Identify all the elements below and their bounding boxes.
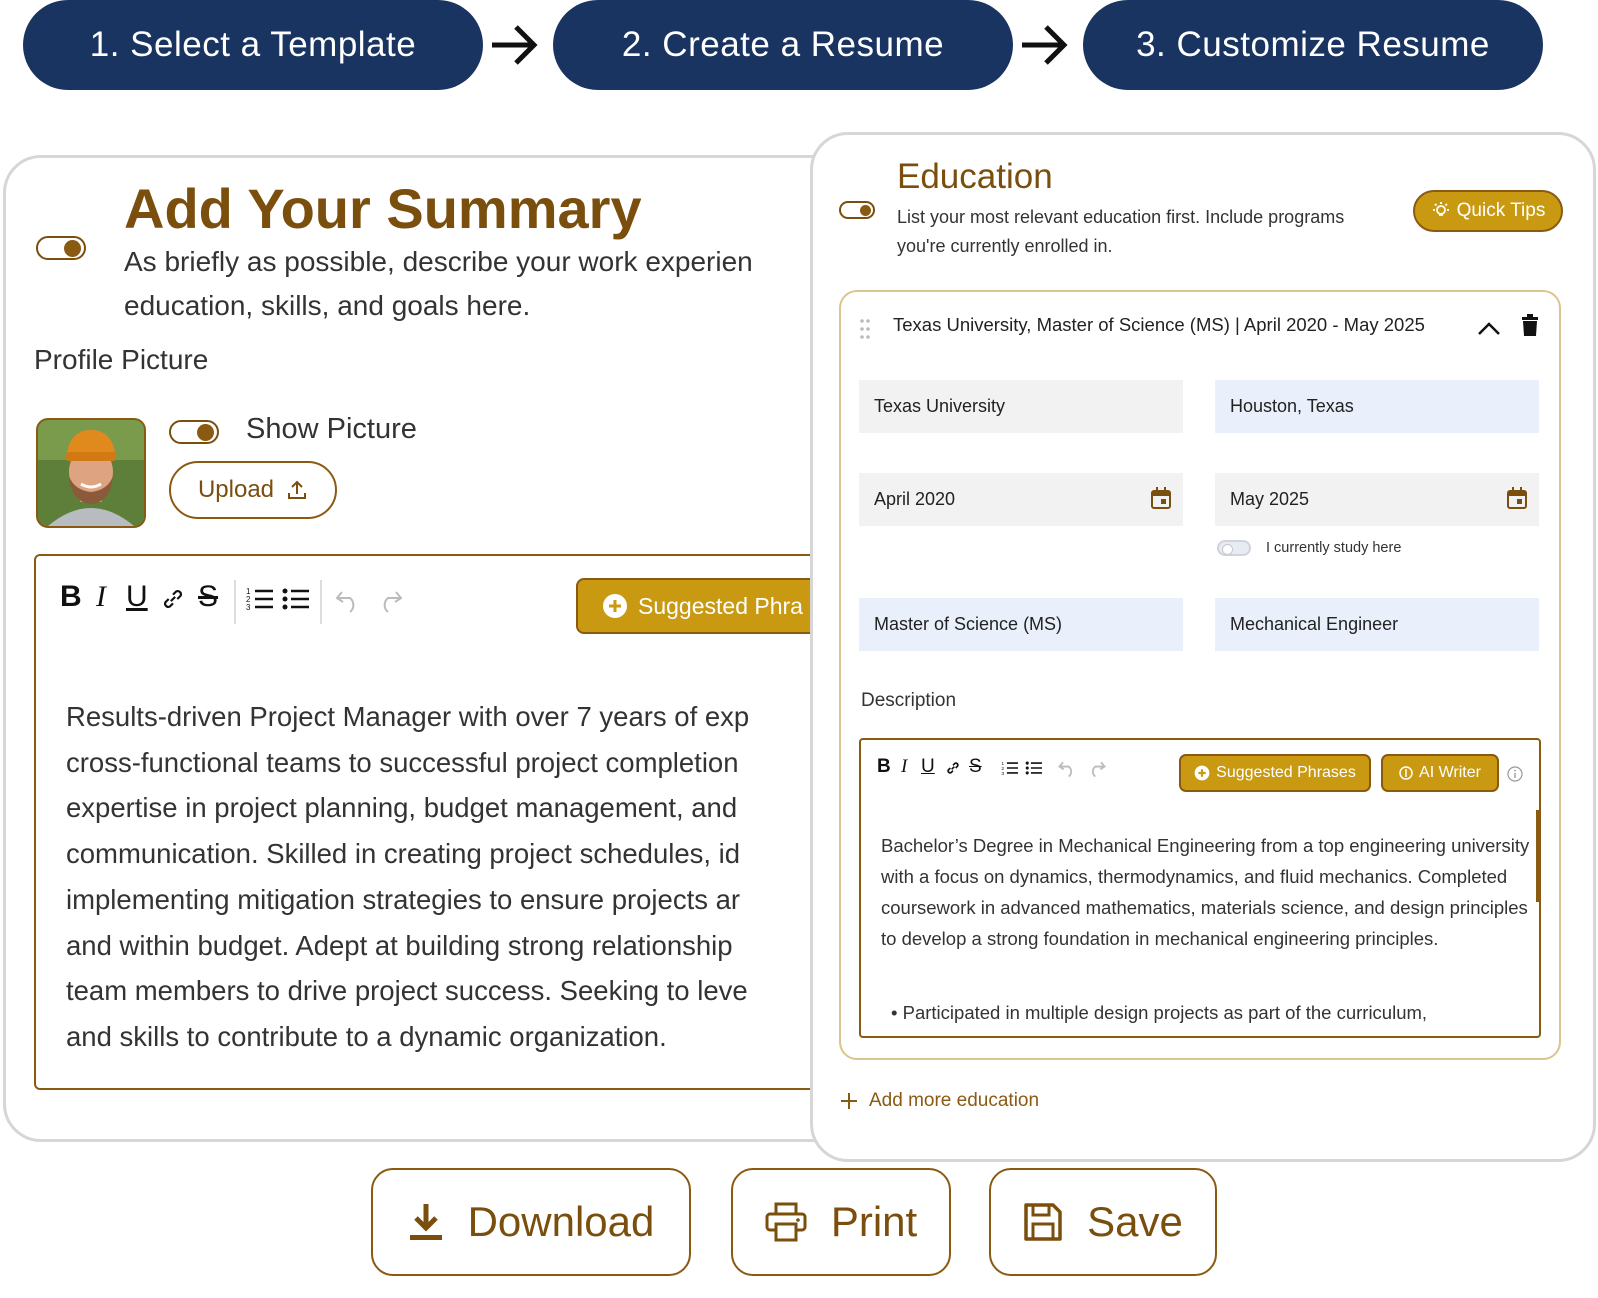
svg-text:3: 3 xyxy=(246,603,251,612)
svg-text:1: 1 xyxy=(1001,761,1004,767)
plus-circle-icon xyxy=(1194,765,1210,781)
summary-description: As briefly as possible, describe your wo… xyxy=(124,246,753,321)
degree-field[interactable]: Master of Science (MS) xyxy=(859,598,1183,651)
print-button[interactable]: Print xyxy=(731,1168,951,1276)
link-icon[interactable] xyxy=(160,586,186,612)
education-description-text[interactable]: Bachelor’s Degree in Mechanical Engineer… xyxy=(881,830,1531,954)
lightbulb-icon xyxy=(1432,202,1449,216)
undo-icon[interactable] xyxy=(1057,758,1079,778)
svg-text:3: 3 xyxy=(1001,771,1004,776)
education-bullet: • Participated in multiple design projec… xyxy=(891,1002,1428,1023)
show-picture-toggle[interactable] xyxy=(169,420,219,444)
print-label: Print xyxy=(830,1198,918,1245)
calendar-icon[interactable] xyxy=(1507,487,1527,509)
calendar-icon[interactable] xyxy=(1151,487,1171,509)
save-label: Save xyxy=(1087,1198,1183,1245)
trash-icon[interactable] xyxy=(1521,314,1539,336)
plus-icon xyxy=(841,1093,857,1109)
info-icon[interactable] xyxy=(1507,766,1523,782)
plus-circle-icon xyxy=(603,594,627,618)
save-icon xyxy=(1024,1203,1062,1241)
summary-card: Add Your Summary As briefly as possible,… xyxy=(3,155,864,1142)
underline-icon[interactable]: U xyxy=(126,580,148,614)
currently-study-toggle[interactable] xyxy=(1217,540,1251,556)
avatar xyxy=(36,418,146,528)
redo-icon[interactable] xyxy=(1085,758,1107,778)
step-customize-resume[interactable]: 3. Customize Resume xyxy=(1083,0,1543,90)
summary-toggle[interactable] xyxy=(36,236,86,260)
download-icon xyxy=(409,1204,442,1240)
quick-tips-button[interactable]: Quick Tips xyxy=(1413,190,1563,232)
step-select-template[interactable]: 1. Select a Template xyxy=(23,0,483,90)
education-card: Education List your most relevant educat… xyxy=(810,132,1596,1162)
suggested-phrases-label: Suggested Phrases xyxy=(1216,764,1356,781)
education-toggle[interactable] xyxy=(839,201,875,219)
step-label: 2. Create a Resume xyxy=(621,25,945,64)
quick-tips-label: Quick Tips xyxy=(1456,200,1546,221)
redo-icon[interactable] xyxy=(374,586,404,614)
arrow-right-icon xyxy=(492,25,538,65)
ai-icon xyxy=(1399,766,1413,780)
arrow-right-icon xyxy=(1022,25,1068,65)
underline-icon[interactable]: U xyxy=(921,756,935,778)
start-date-field[interactable]: April 2020 xyxy=(859,473,1183,526)
add-more-education[interactable]: Add more education xyxy=(839,1090,1039,1112)
undo-icon[interactable] xyxy=(334,586,364,614)
upload-label: Upload xyxy=(197,476,275,503)
add-more-label: Add more education xyxy=(869,1090,1040,1111)
ordered-list-icon[interactable]: 123 xyxy=(1001,760,1019,776)
summary-editor[interactable]: B I U S 123 Suggested Phra Results-drive… xyxy=(34,554,864,1090)
description-label: Description xyxy=(861,690,957,711)
strikethrough-icon[interactable]: S xyxy=(198,580,218,614)
ai-writer-label: AI Writer xyxy=(1419,764,1481,781)
italic-icon[interactable]: I xyxy=(96,580,106,614)
step-label: 3. Customize Resume xyxy=(1136,25,1490,64)
bold-icon[interactable]: B xyxy=(877,756,891,778)
chevron-up-icon[interactable] xyxy=(1477,322,1501,336)
step-create-resume[interactable]: 2. Create a Resume xyxy=(553,0,1013,90)
education-title: Education xyxy=(897,157,1053,196)
bullet-list-icon[interactable] xyxy=(282,586,310,612)
step-label: 1. Select a Template xyxy=(89,25,417,64)
bullet-list-icon[interactable] xyxy=(1025,760,1043,776)
download-button[interactable]: Download xyxy=(371,1168,691,1276)
education-description: List your most relevant education first.… xyxy=(897,207,1345,256)
education-description-editor[interactable]: B I U S 123 Suggested Phrases AI Writer … xyxy=(859,738,1541,1038)
save-button[interactable]: Save xyxy=(989,1168,1217,1276)
profile-picture-label: Profile Picture xyxy=(34,344,209,375)
upload-icon xyxy=(288,480,307,499)
strikethrough-icon[interactable]: S xyxy=(969,756,982,778)
summary-text[interactable]: Results-driven Project Manager with over… xyxy=(66,694,862,1060)
italic-icon[interactable]: I xyxy=(901,756,907,778)
ai-writer-button[interactable]: AI Writer xyxy=(1381,754,1499,792)
education-entry-header: Texas University, Master of Science (MS)… xyxy=(893,314,1425,335)
location-field[interactable]: Houston, Texas xyxy=(1215,380,1539,433)
currently-study-label: I currently study here xyxy=(1266,540,1402,556)
upload-button[interactable]: Upload xyxy=(169,461,337,519)
download-label: Download xyxy=(467,1198,655,1245)
show-picture-label: Show Picture xyxy=(246,413,417,445)
printer-icon xyxy=(765,1202,807,1242)
field-of-study-field[interactable]: Mechanical Engineer xyxy=(1215,598,1539,651)
school-field[interactable]: Texas University xyxy=(859,380,1183,433)
drag-handle-icon[interactable] xyxy=(859,318,871,340)
link-icon[interactable] xyxy=(945,760,961,776)
education-entry: Texas University, Master of Science (MS)… xyxy=(839,290,1561,1060)
suggested-phrases-label: Suggested Phra xyxy=(638,592,803,619)
end-date-field[interactable]: May 2025 xyxy=(1215,473,1539,526)
ordered-list-icon[interactable]: 123 xyxy=(246,586,274,612)
scrollbar[interactable] xyxy=(1536,810,1539,902)
summary-title: Add Your Summary xyxy=(124,177,642,240)
bold-icon[interactable]: B xyxy=(60,580,82,614)
suggested-phrases-button[interactable]: Suggested Phrases xyxy=(1179,754,1371,792)
svg-text:2: 2 xyxy=(1001,766,1004,772)
